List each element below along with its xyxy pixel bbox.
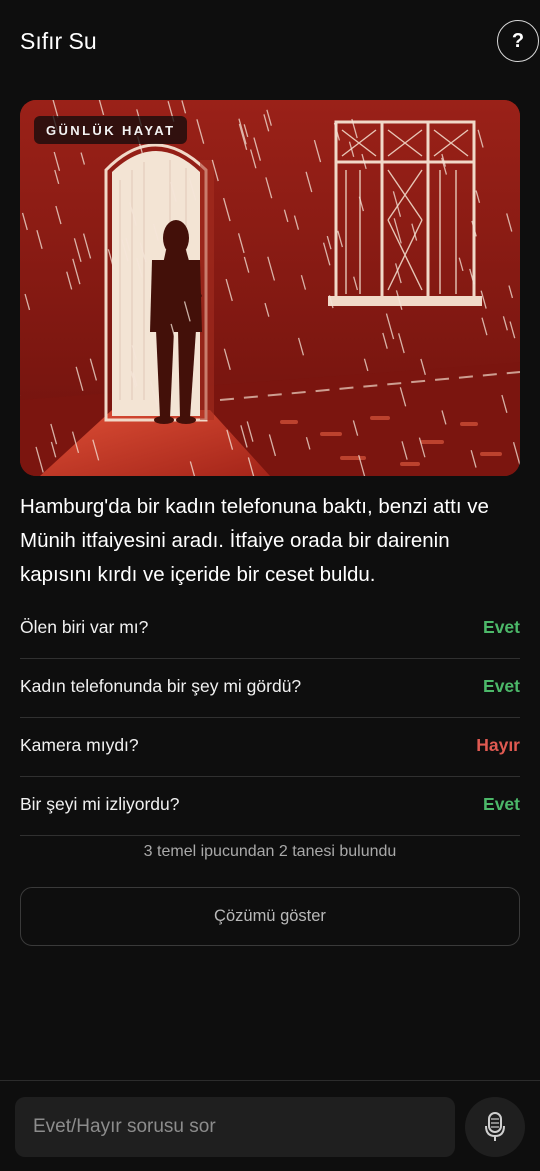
story-text: Hamburg'da bir kadın telefonuna baktı, b… [20,495,489,586]
qa-answer: Evet [483,617,520,637]
qa-list: Ölen biri var mı? Evet Kadın telefonunda… [20,600,520,836]
app-title: Sıfır Su [20,28,97,54]
microphone-button[interactable] [465,1097,525,1157]
qa-row: Ölen biri var mı? Evet [20,600,520,659]
category-badge: GÜNLÜK HAYAT [34,116,188,144]
clue-progress-text: 3 temel ipucundan 2 tanesi bulundu [143,843,397,860]
show-solution-button[interactable]: Çözümü göster [20,887,520,946]
help-button[interactable]: ? [497,20,539,62]
qa-question: Kadın telefonunda bir şey mi gördü? [20,676,302,696]
qa-row: Kadın telefonunda bir şey mi gördü? Evet [20,659,520,718]
qa-question: Ölen biri var mı? [20,617,149,637]
app-root: Sıfır Su ? GÜNLÜK HAYAT Hamburg'da bir k… [0,0,540,1171]
woman-in-doorway-rain-illustration [20,100,520,476]
qa-question: Kamera mıydı? [20,735,139,755]
question-input[interactable] [15,1097,455,1157]
header: Sıfır Su ? [0,0,540,82]
microphone-icon [485,1112,505,1141]
bottom-input-bar [0,1080,540,1171]
qa-answer: Evet [483,676,520,696]
qa-question: Bir şeyi mi izliyordu? [20,794,180,814]
qa-row: Bir şeyi mi izliyordu? Evet [20,777,520,836]
qa-answer: Evet [483,794,520,814]
hero-image-card: GÜNLÜK HAYAT [20,100,520,476]
qa-answer: Hayır [476,735,520,755]
qa-row: Kamera mıydı? Hayır [20,718,520,777]
